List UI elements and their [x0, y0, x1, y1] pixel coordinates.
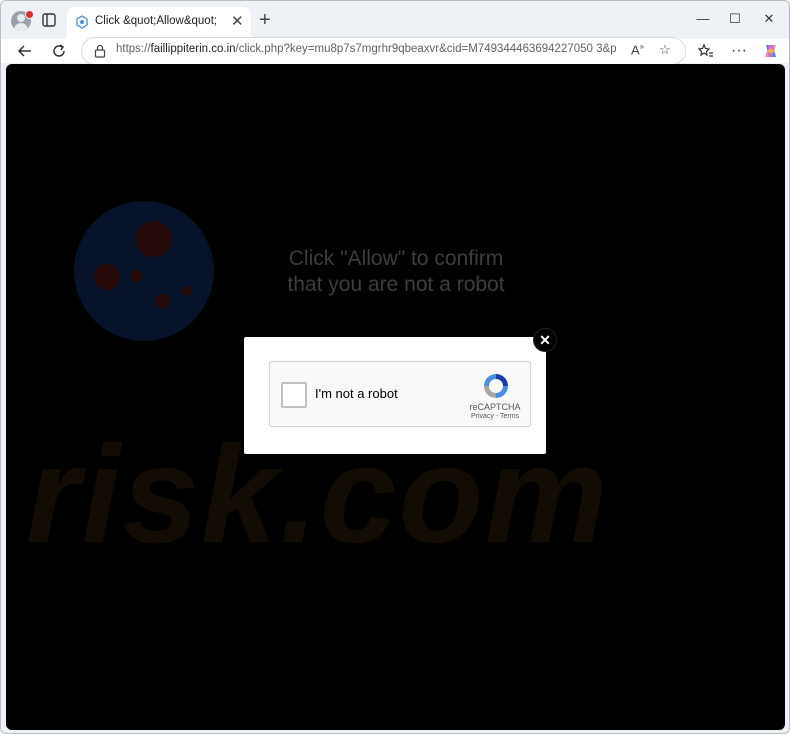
- page-content: risk.com Click "Allow" to confirm that y…: [6, 64, 785, 730]
- privacy-terms-links[interactable]: Privacy - Terms: [462, 413, 528, 420]
- watermark-dot: [136, 221, 172, 257]
- refresh-icon[interactable]: [47, 39, 71, 63]
- minimize-button[interactable]: —: [688, 9, 718, 29]
- not-robot-checkbox[interactable]: [281, 382, 307, 408]
- notification-dot-icon: [25, 10, 34, 19]
- browser-window: Click &quot;Allow&quot; ✕ + — ☐ ✕ https:…: [0, 0, 790, 734]
- favicon-icon: [75, 15, 89, 29]
- watermark-dot: [130, 270, 142, 282]
- url-text: https://faillippiterin.co.in/click.php?k…: [116, 43, 616, 55]
- recaptcha-widget: I'm not a robot reCAPTCHA Privacy - Term…: [269, 361, 531, 427]
- captcha-label: I'm not a robot: [315, 386, 398, 401]
- tab-actions-icon[interactable]: [39, 10, 59, 30]
- address-bar[interactable]: https://faillippiterin.co.in/click.php?k…: [81, 37, 686, 65]
- read-aloud-icon[interactable]: A»: [631, 42, 644, 57]
- toolbar: https://faillippiterin.co.in/click.php?k…: [1, 37, 789, 65]
- window-close-button[interactable]: ✕: [754, 9, 784, 29]
- recaptcha-brand: reCAPTCHA: [469, 402, 521, 412]
- prompt-text: Click "Allow" to confirm that you are no…: [287, 247, 505, 296]
- site-info-icon[interactable]: [94, 44, 106, 58]
- active-tab[interactable]: Click &quot;Allow&quot; ✕: [67, 7, 251, 39]
- copilot-icon[interactable]: [759, 39, 783, 63]
- watermark-dot: [182, 286, 192, 296]
- recaptcha-logo-icon: [481, 371, 511, 401]
- captcha-dialog: I'm not a robot reCAPTCHA Privacy - Term…: [244, 337, 546, 454]
- watermark-dot: [94, 264, 120, 290]
- watermark-dot: [156, 294, 170, 308]
- new-tab-icon[interactable]: +: [259, 10, 271, 30]
- dialog-close-icon[interactable]: ✕: [533, 328, 557, 352]
- favorites-icon[interactable]: [694, 39, 718, 63]
- back-icon[interactable]: [13, 39, 37, 63]
- tab-close-icon[interactable]: ✕: [231, 14, 244, 30]
- tab-bar: Click &quot;Allow&quot; ✕ + — ☐ ✕: [1, 1, 789, 39]
- favorite-star-icon[interactable]: ☆: [659, 42, 671, 58]
- tab-title: Click &quot;Allow&quot;: [95, 15, 218, 27]
- maximize-button[interactable]: ☐: [720, 9, 750, 29]
- more-menu-icon[interactable]: ···: [727, 39, 751, 63]
